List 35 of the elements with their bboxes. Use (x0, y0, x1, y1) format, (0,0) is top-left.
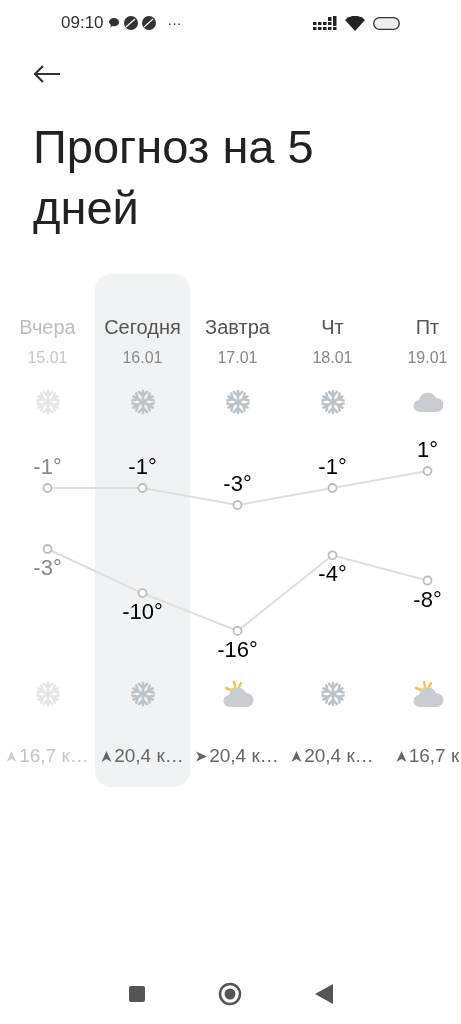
back-button[interactable] (33, 64, 61, 84)
high-temperature: 1° (417, 437, 438, 463)
page-title: Прогноз на 5 дней (33, 119, 315, 236)
day-date: 19.01 (407, 348, 448, 368)
wind-speed: 20,4 к… (304, 744, 374, 768)
wind-speed: 16,7 к (408, 744, 460, 768)
day-label[interactable]: Сегодня (104, 312, 181, 342)
day-label[interactable]: Завтра (205, 312, 270, 342)
signal-icon (313, 16, 337, 30)
day-date: 18.01 (312, 348, 353, 368)
day-label[interactable]: Чт (321, 312, 344, 342)
status-time: 09:10 (61, 12, 104, 35)
wind-speed: 20,4 к… (114, 744, 184, 768)
wifi-icon (345, 15, 365, 31)
chat-bubble-icon (107, 17, 120, 29)
high-temperature: -1° (128, 454, 157, 480)
high-temperature: -1° (318, 454, 347, 480)
back-arrow-icon (33, 64, 61, 84)
low-temperature: -10° (122, 599, 163, 626)
battery-icon (373, 16, 400, 30)
low-temperature: -3° (33, 555, 62, 581)
low-temperature: -8° (413, 586, 442, 613)
circle-icon (218, 982, 243, 1006)
low-temperature: -16° (217, 636, 258, 663)
low-temperature: -4° (318, 561, 347, 588)
day-date: 16.01 (122, 348, 163, 368)
day-date: 17.01 (217, 348, 258, 368)
high-temperature: -3° (223, 471, 252, 497)
wind-speed: 16,7 к… (19, 744, 89, 768)
triangle-icon (315, 984, 334, 1004)
high-temperature: -1° (33, 454, 62, 480)
square-icon (128, 986, 145, 1002)
wind-speed: 20,4 к… (209, 744, 279, 768)
more-notifications: ··· (167, 13, 182, 33)
day-label[interactable]: Пт (415, 312, 440, 342)
